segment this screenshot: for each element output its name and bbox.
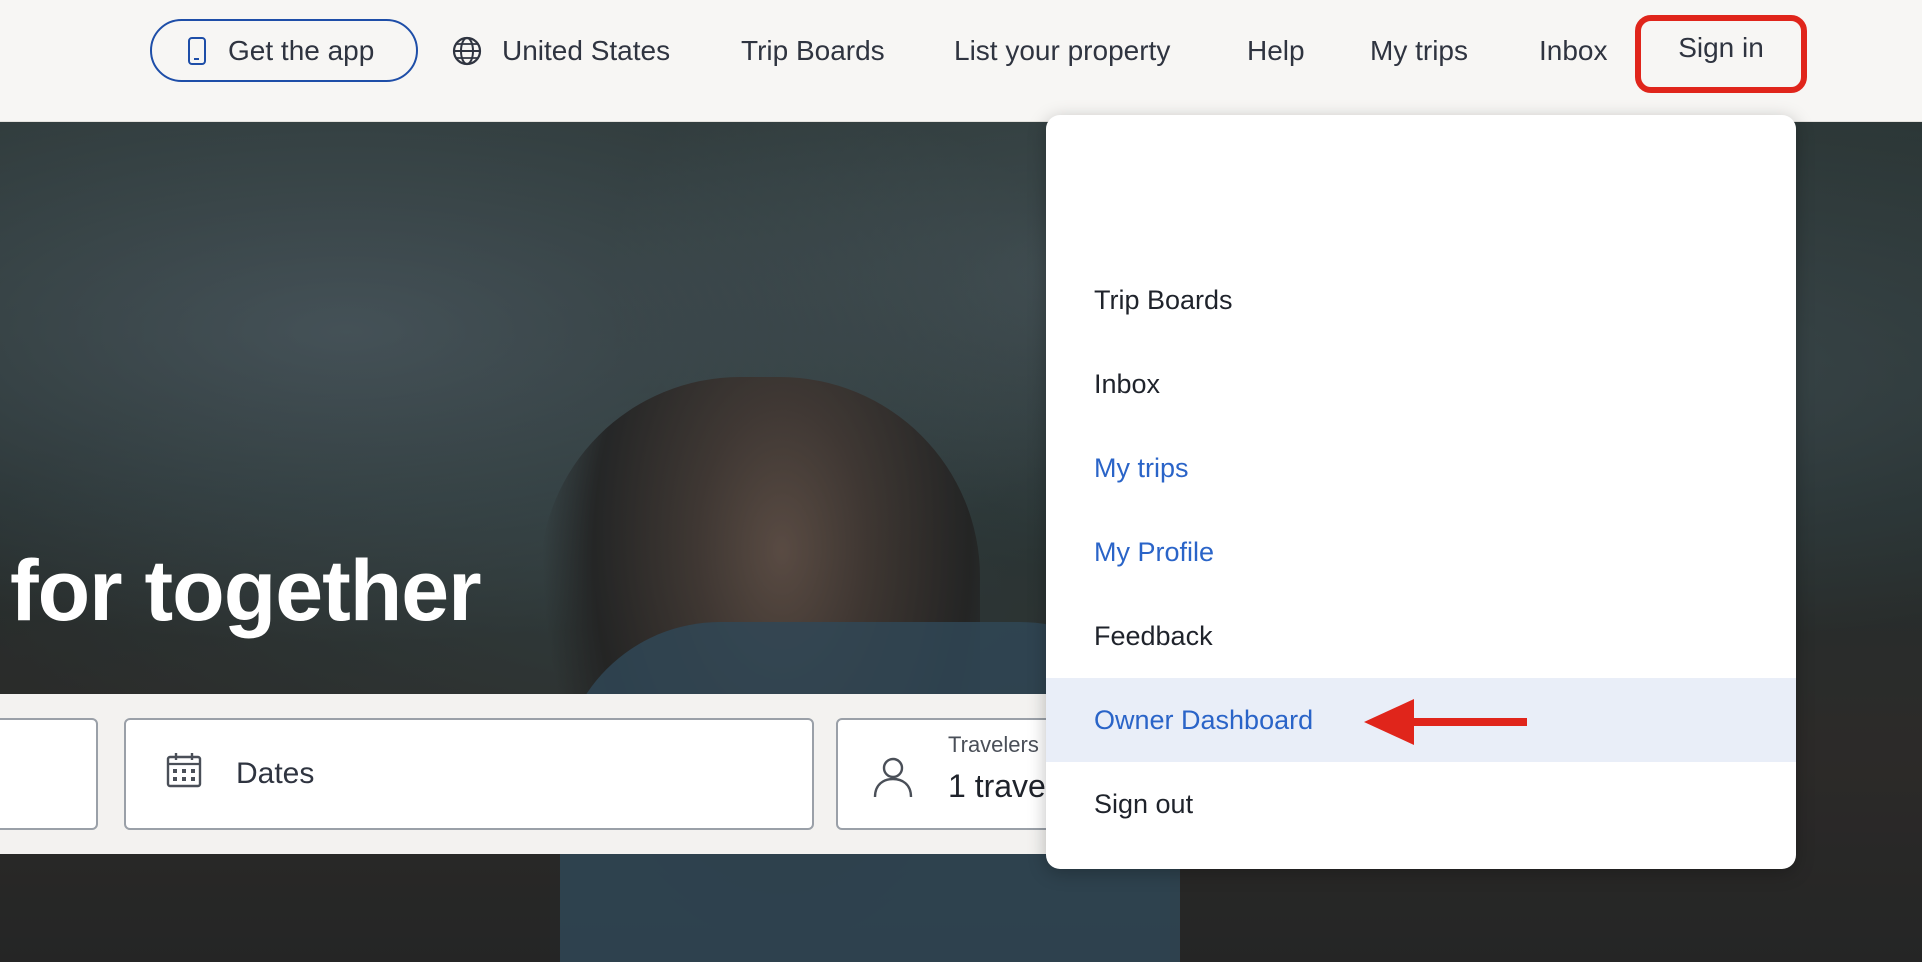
get-app-button[interactable]: Get the app xyxy=(150,19,418,82)
get-app-label: Get the app xyxy=(228,34,375,66)
site-header: Get the app United States Trip Boards Li… xyxy=(0,0,1922,122)
nav-help[interactable]: Help xyxy=(1247,30,1305,72)
nav-trip-boards[interactable]: Trip Boards xyxy=(741,30,885,72)
menu-item-trip-boards[interactable]: Trip Boards xyxy=(1046,258,1796,342)
menu-item-inbox[interactable]: Inbox xyxy=(1046,342,1796,426)
arrow-icon xyxy=(1364,699,1527,745)
menu-item-sign-out[interactable]: Sign out xyxy=(1046,762,1796,846)
destination-field[interactable] xyxy=(0,718,98,830)
globe-icon xyxy=(452,36,482,66)
menu-item-my-profile[interactable]: My Profile xyxy=(1046,510,1796,594)
hero-title: for together xyxy=(10,543,482,639)
nav-list-property[interactable]: List your property xyxy=(954,30,1170,72)
region-label: United States xyxy=(502,35,671,66)
menu-item-my-trips[interactable]: My trips xyxy=(1046,426,1796,510)
menu-item-feedback[interactable]: Feedback xyxy=(1046,594,1796,678)
dates-field[interactable]: Dates xyxy=(124,718,814,830)
account-dropdown-menu: Trip Boards Inbox My trips My Profile Fe… xyxy=(1046,115,1796,869)
phone-icon xyxy=(188,36,206,65)
calendar-icon xyxy=(164,750,204,798)
person-icon xyxy=(870,754,916,805)
travelers-label: Travelers xyxy=(948,732,1039,757)
dates-label: Dates xyxy=(236,757,315,790)
nav-my-trips[interactable]: My trips xyxy=(1370,30,1468,72)
travelers-field[interactable]: Travelers 1 traveler xyxy=(836,718,1076,830)
sign-in-button[interactable]: Sign in xyxy=(1635,15,1807,93)
nav-inbox[interactable]: Inbox xyxy=(1539,30,1608,72)
region-selector[interactable]: United States xyxy=(452,30,670,72)
